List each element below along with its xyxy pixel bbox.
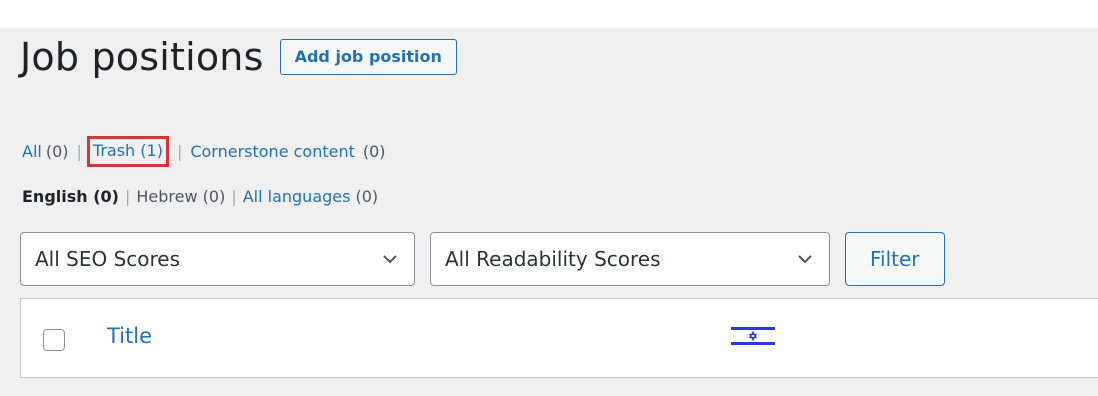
chevron-down-icon — [797, 254, 813, 264]
readability-score-value: All Readability Scores — [445, 247, 661, 271]
separator: | — [76, 142, 82, 161]
table-header-row: Title — [20, 298, 1098, 378]
language-hebrew: Hebrew (0) — [136, 187, 226, 206]
trash-highlight-box: Trash (1) — [86, 136, 169, 167]
top-bar — [0, 0, 1098, 28]
view-filters: All (0) | Trash (1) | Cornerstone conten… — [22, 136, 386, 167]
add-job-position-button[interactable]: Add job position — [279, 39, 457, 75]
language-english-current: English (0) — [22, 187, 119, 206]
page-title: Job positions — [20, 35, 264, 79]
language-filters: English (0) | Hebrew (0) | All languages… — [22, 187, 378, 206]
select-all-checkbox[interactable] — [43, 329, 65, 351]
view-cornerstone-count: (0) — [362, 142, 386, 161]
seo-score-value: All SEO Scores — [35, 247, 181, 271]
israel-flag-icon — [731, 325, 775, 351]
seo-score-select[interactable]: All SEO Scores — [20, 232, 415, 286]
chevron-down-icon — [382, 254, 398, 264]
separator: | — [231, 187, 237, 206]
view-all-link[interactable]: All — [22, 142, 42, 161]
view-cornerstone-link[interactable]: Cornerstone content — [190, 142, 355, 161]
separator: | — [124, 187, 131, 206]
view-all-count: (0) — [45, 142, 69, 161]
separator: | — [176, 142, 183, 161]
title-column-header[interactable]: Title — [107, 324, 152, 348]
readability-score-select[interactable]: All Readability Scores — [430, 232, 830, 286]
filter-bar: All SEO Scores All Readability Scores Fi… — [20, 232, 945, 286]
filter-button[interactable]: Filter — [845, 232, 945, 286]
view-trash-link[interactable]: Trash (1) — [93, 141, 163, 160]
language-all-link[interactable]: All languages — [243, 187, 351, 206]
language-all-count: (0) — [355, 187, 379, 206]
page-header: Job positions Add job position — [20, 38, 457, 76]
